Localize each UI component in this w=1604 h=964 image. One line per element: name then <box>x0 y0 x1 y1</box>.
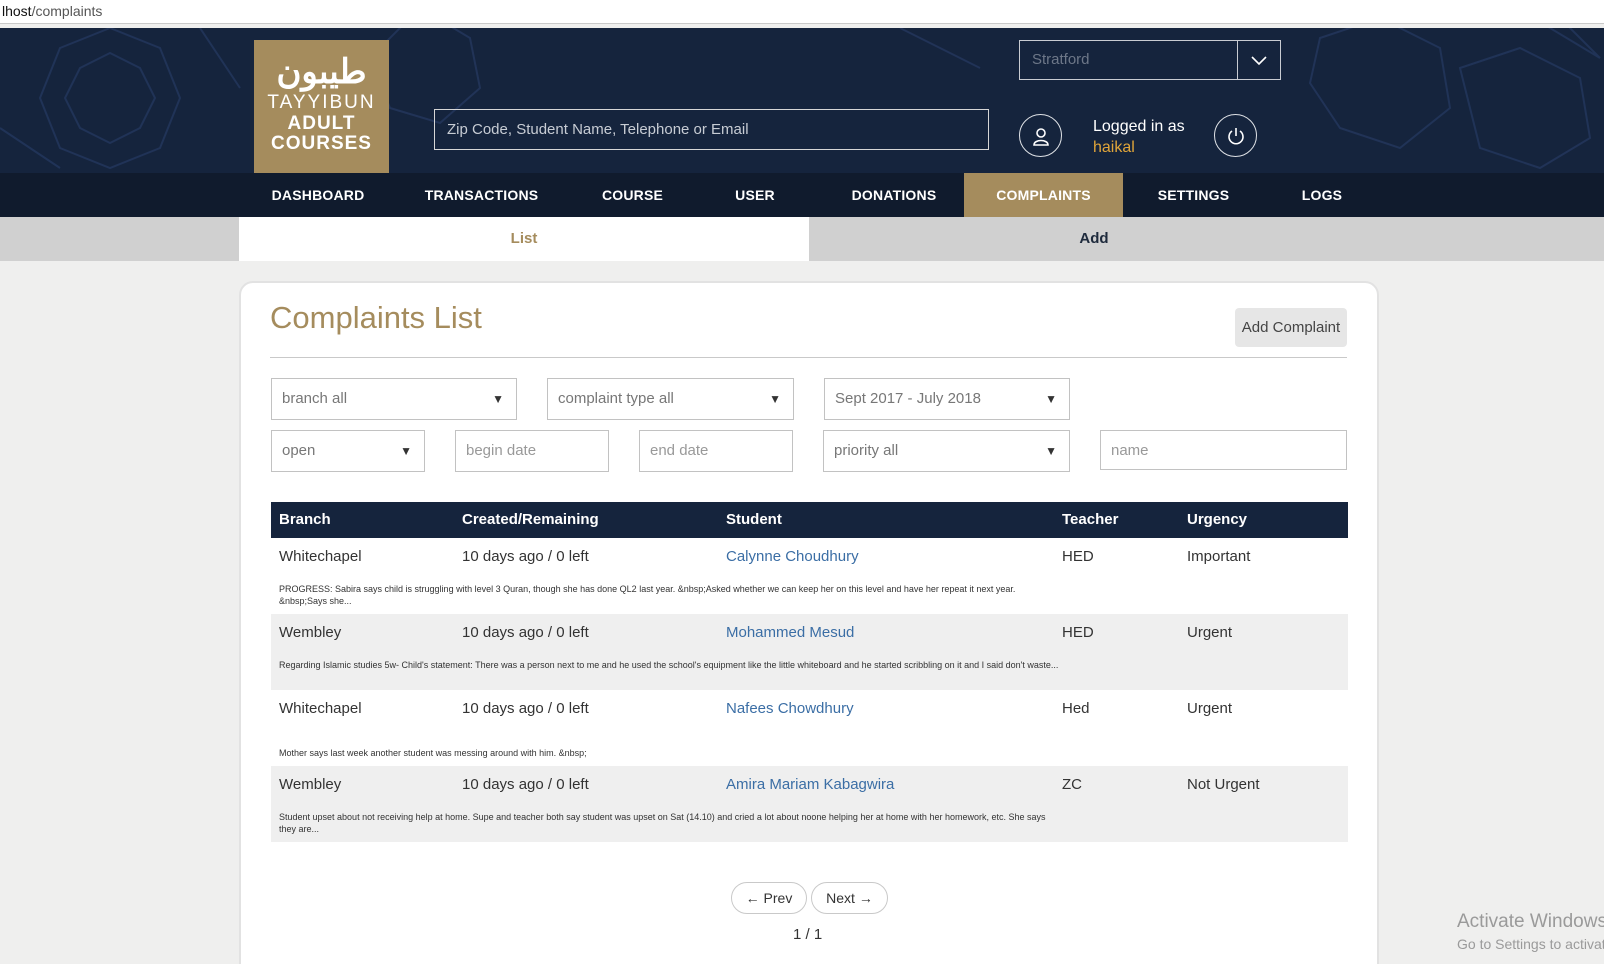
row-teacher: HED <box>1062 548 1094 565</box>
begin-date-placeholder: begin date <box>466 442 537 459</box>
tab-list[interactable]: List <box>239 217 809 261</box>
row-teacher: HED <box>1062 624 1094 641</box>
nav-transactions[interactable]: TRANSACTIONS <box>414 173 549 217</box>
status-filter[interactable]: open ▼ <box>271 430 425 472</box>
tayyibun-logo[interactable]: طيبون TAYYIBUN ADULT COURSES <box>254 40 389 173</box>
nav-logs[interactable]: LOGS <box>1282 173 1362 217</box>
nav-complaints[interactable]: COMPLAINTS <box>964 173 1123 225</box>
student-link[interactable]: Mohammed Mesud <box>726 624 854 641</box>
row-created: 10 days ago / 0 left <box>462 548 589 565</box>
caret-down-icon: ▼ <box>769 392 781 406</box>
complaint-type-value: complaint type all <box>558 390 674 407</box>
col-created[interactable]: Created/Remaining <box>462 502 599 538</box>
row-branch: Wembley <box>279 776 342 793</box>
prev-button[interactable]: ← Prev <box>731 882 807 914</box>
watermark-line1: Activate Windows <box>1457 911 1604 932</box>
address-bar[interactable]: lhost/complaints <box>0 0 1604 24</box>
page-indicator: 1 / 1 <box>793 926 823 943</box>
nav-user[interactable]: USER <box>715 173 795 217</box>
col-branch[interactable]: Branch <box>279 502 331 538</box>
row-created: 10 days ago / 0 left <box>462 700 589 717</box>
logout-button[interactable] <box>1214 114 1257 157</box>
table-header: Branch Created/Remaining Student Teacher… <box>271 502 1348 538</box>
end-date-placeholder: end date <box>650 442 709 459</box>
student-link[interactable]: Amira Mariam Kabagwira <box>726 776 894 793</box>
row-note: Mother says last week another student wa… <box>279 748 587 758</box>
period-filter[interactable]: Sept 2017 - July 2018 ▼ <box>824 378 1070 420</box>
branch-filter[interactable]: branch all ▼ <box>271 378 517 420</box>
branch-value: Stratford <box>1032 51 1090 68</box>
chevron-down-icon[interactable] <box>1237 41 1280 79</box>
row-urgency: Important <box>1187 548 1251 565</box>
col-urgency[interactable]: Urgency <box>1187 502 1247 538</box>
nav-course[interactable]: COURSE <box>580 173 685 217</box>
col-teacher[interactable]: Teacher <box>1062 502 1118 538</box>
nav-dashboard[interactable]: DASHBOARD <box>254 173 382 217</box>
name-field[interactable]: name <box>1100 430 1347 470</box>
priority-filter[interactable]: priority all ▼ <box>823 430 1070 472</box>
logo-line1: TAYYIBUN <box>267 92 376 113</box>
row-note: PROGRESS: Sabira says child is strugglin… <box>279 584 1016 606</box>
table-row[interactable]: Whitechapel 10 days ago / 0 left Calynne… <box>271 538 1348 614</box>
caret-down-icon: ▼ <box>400 444 412 458</box>
logged-in-label: Logged in as <box>1093 118 1185 135</box>
logged-in-info: Logged in as haikal <box>1093 116 1185 158</box>
table-row[interactable]: Wembley 10 days ago / 0 left Amira Maria… <box>271 766 1348 842</box>
row-branch: Whitechapel <box>279 700 362 717</box>
branch-dropdown[interactable]: Stratford <box>1019 40 1281 80</box>
begin-date-field[interactable]: begin date <box>455 430 609 472</box>
caret-down-icon: ▼ <box>492 392 504 406</box>
name-placeholder: name <box>1111 442 1149 459</box>
row-teacher: ZC <box>1062 776 1082 793</box>
user-profile-button[interactable] <box>1019 114 1062 157</box>
user-icon <box>1032 127 1049 146</box>
divider <box>270 357 1347 358</box>
student-link[interactable]: Nafees Chowdhury <box>726 700 854 717</box>
student-link[interactable]: Calynne Choudhury <box>726 548 859 565</box>
col-student[interactable]: Student <box>726 502 782 538</box>
row-urgency: Not Urgent <box>1187 776 1260 793</box>
period-value: Sept 2017 - July 2018 <box>835 390 981 407</box>
row-urgency: Urgent <box>1187 624 1233 641</box>
nav-settings[interactable]: SETTINGS <box>1146 173 1241 217</box>
logo-line3: COURSES <box>271 133 372 154</box>
activate-windows-watermark: Activate Windows Go to Settings to activ… <box>1457 910 1604 956</box>
url-path: /complaints <box>31 3 103 19</box>
url-host: lhost <box>2 3 32 19</box>
add-complaint-button[interactable]: Add Complaint <box>1235 308 1347 347</box>
row-teacher: Hed <box>1062 700 1090 717</box>
tab-add[interactable]: Add <box>809 217 1379 261</box>
table-row[interactable]: Whitechapel 10 days ago / 0 left Nafees … <box>271 690 1348 766</box>
row-branch: Wembley <box>279 624 342 641</box>
row-created: 10 days ago / 0 left <box>462 624 589 641</box>
logo-arabic: طيبون <box>276 52 367 92</box>
row-note: Regarding Islamic studies 5w- Child's st… <box>279 660 1059 670</box>
caret-down-icon: ▼ <box>1045 392 1057 406</box>
logo-line2: ADULT <box>287 113 356 134</box>
branch-filter-value: branch all <box>282 390 348 407</box>
sub-tabs: List Add <box>0 217 1604 261</box>
table-row[interactable]: Wembley 10 days ago / 0 left Mohammed Me… <box>271 614 1348 690</box>
power-icon <box>1227 127 1244 144</box>
username[interactable]: haikal <box>1093 137 1185 158</box>
row-urgency: Urgent <box>1187 700 1233 717</box>
header-pattern <box>0 28 1601 170</box>
watermark-line2: Go to Settings to activate Windows. <box>1457 936 1604 952</box>
main-nav: DASHBOARD TRANSACTIONS COURSE USER DONAT… <box>0 173 1604 225</box>
end-date-field[interactable]: end date <box>639 430 793 472</box>
site-header: طيبون TAYYIBUN ADULT COURSES Stratford L… <box>0 28 1604 173</box>
priority-value: priority all <box>834 442 899 459</box>
status-value: open <box>282 442 316 459</box>
next-button[interactable]: Next → <box>811 882 888 914</box>
nav-donations[interactable]: DONATIONS <box>833 173 955 217</box>
complaint-type-filter[interactable]: complaint type all ▼ <box>547 378 794 420</box>
search-input[interactable] <box>434 109 989 150</box>
row-note: Student upset about not receiving help a… <box>279 812 1046 834</box>
row-branch: Whitechapel <box>279 548 362 565</box>
caret-down-icon: ▼ <box>1045 444 1057 458</box>
page-title: Complaints List <box>270 300 482 335</box>
row-created: 10 days ago / 0 left <box>462 776 589 793</box>
